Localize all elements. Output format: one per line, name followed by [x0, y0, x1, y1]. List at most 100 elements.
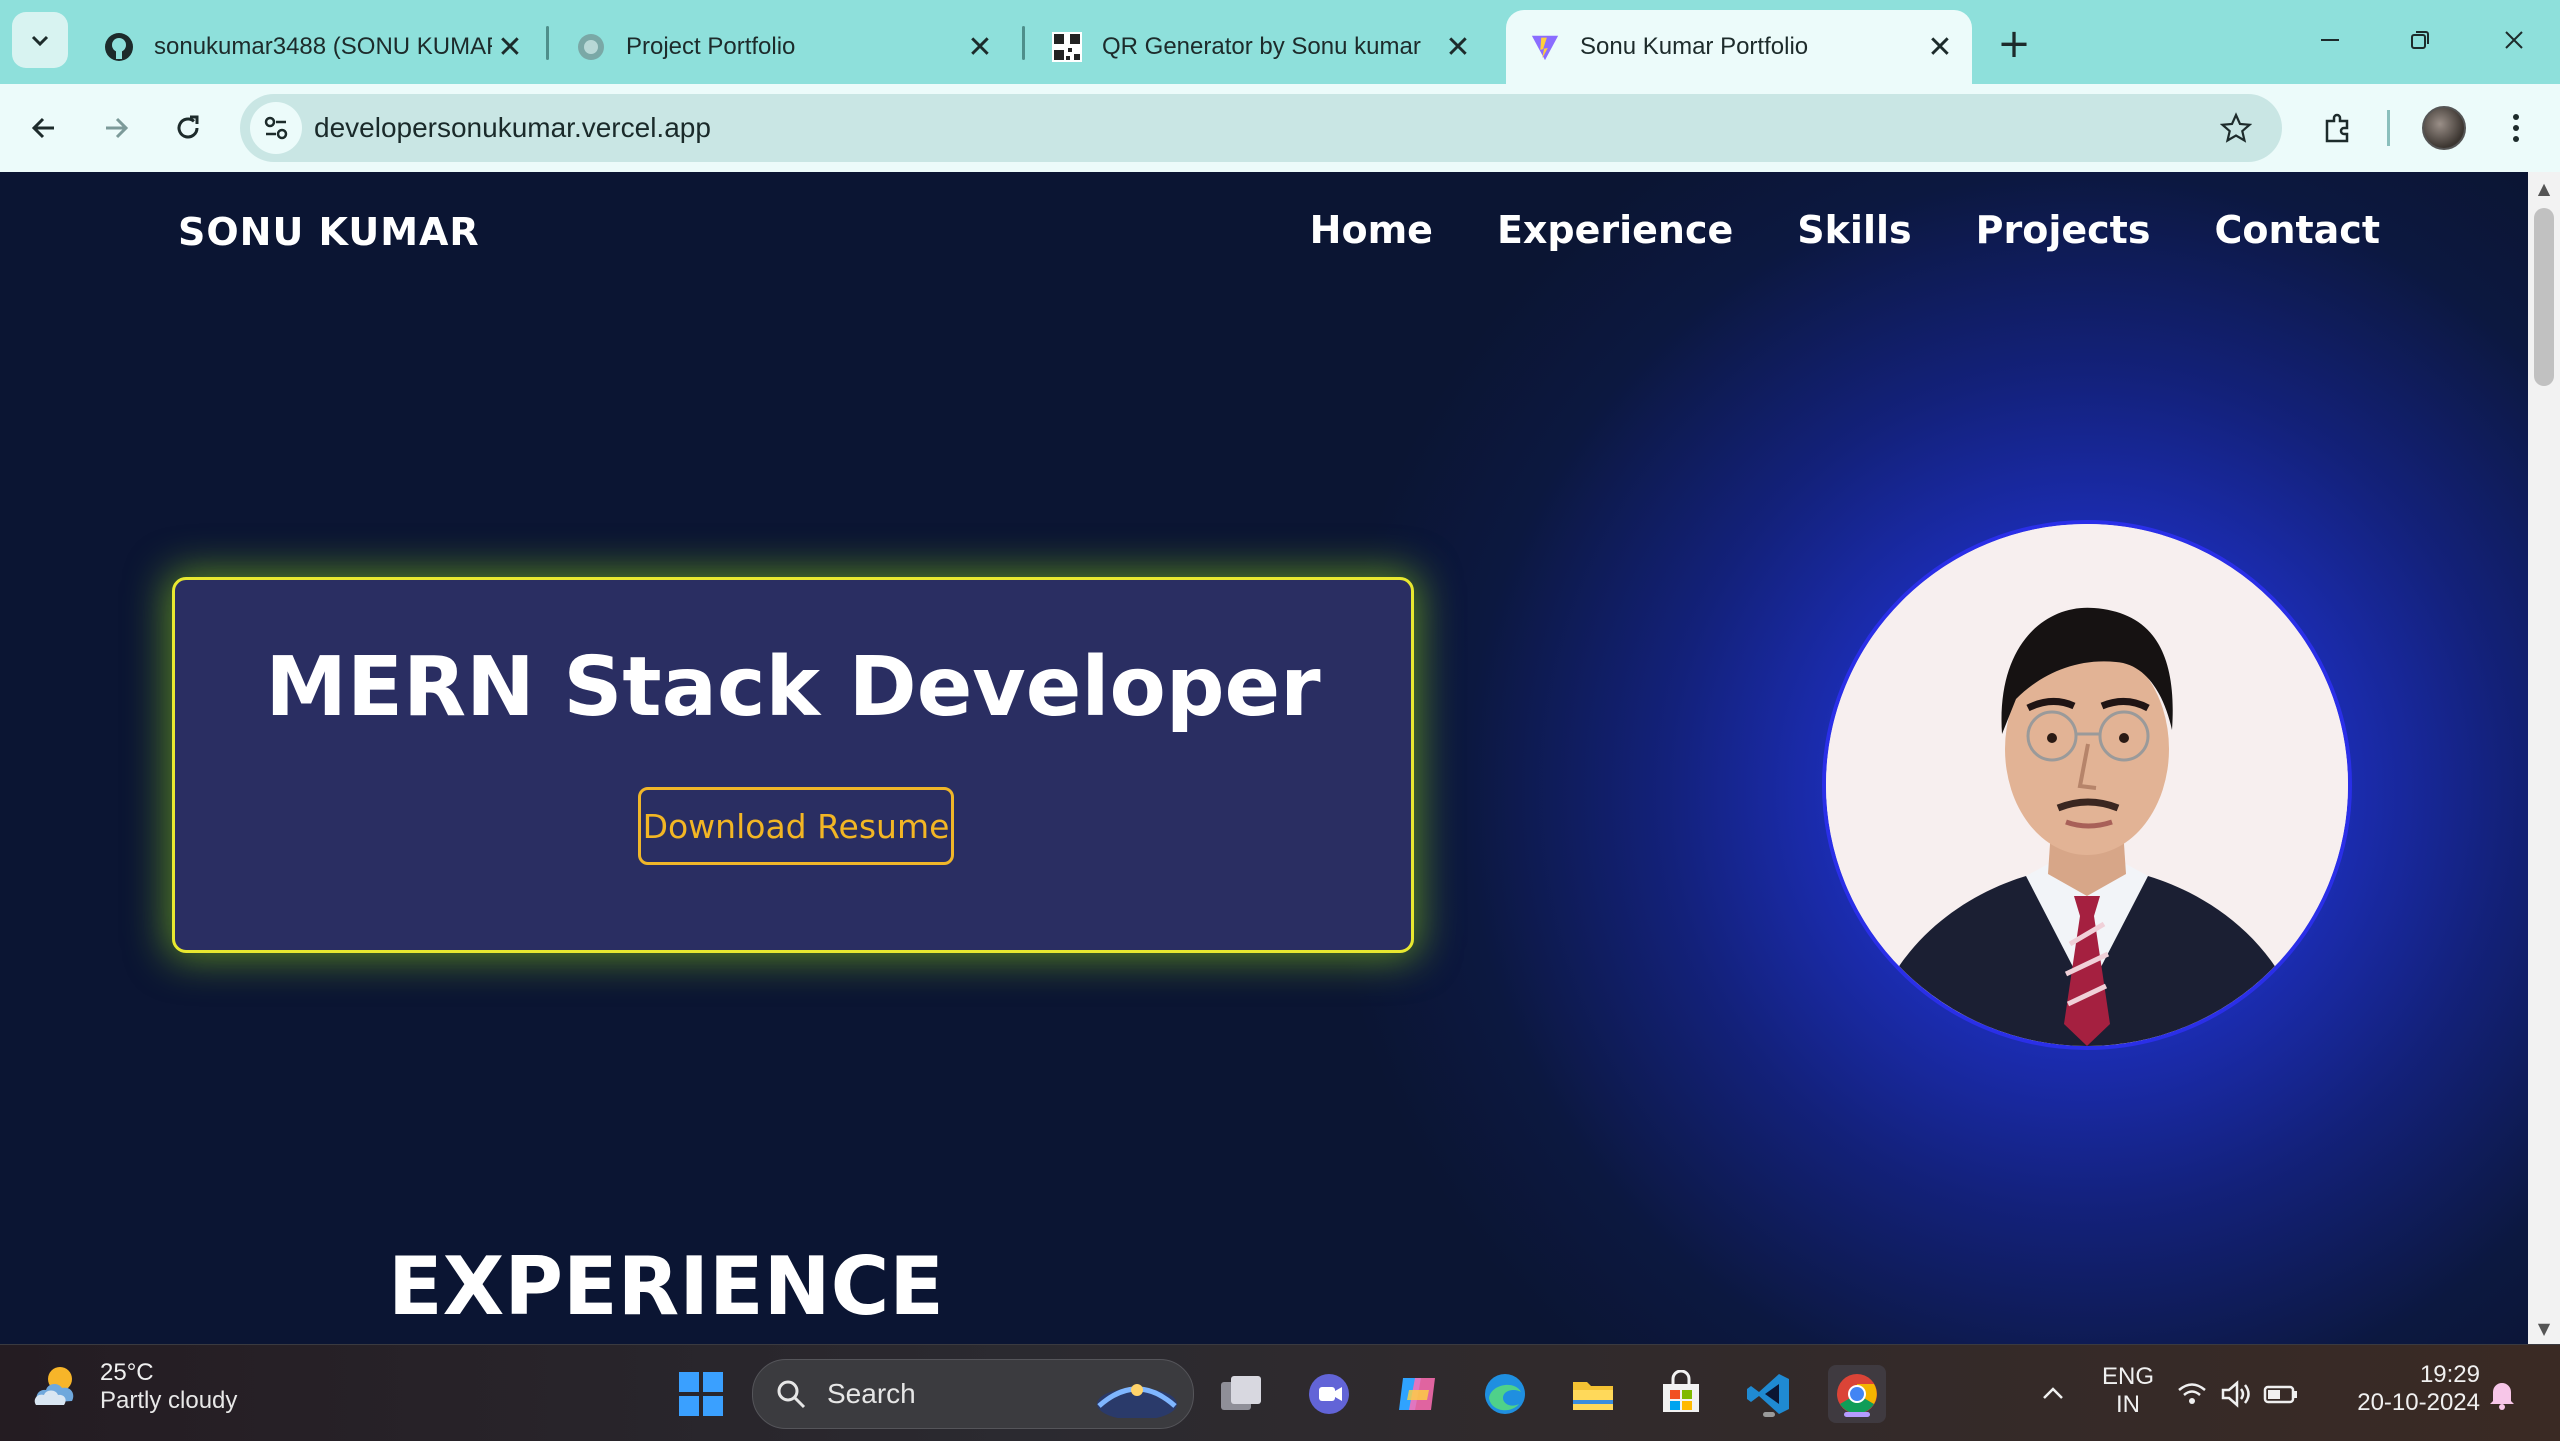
taskbar-search[interactable]: Search: [752, 1359, 1194, 1429]
github-icon: [104, 32, 134, 62]
browser-toolbar: developersonukumar.vercel.app: [0, 84, 2560, 172]
nav-contact[interactable]: Contact: [2214, 208, 2380, 252]
restore-button[interactable]: [2390, 14, 2450, 66]
scrollbar-thumb[interactable]: [2534, 208, 2554, 386]
running-indicator: [1763, 1412, 1775, 1417]
page-viewport: SONU KUMAR Home Experience Skills Projec…: [0, 172, 2528, 1344]
vscode-icon: [1747, 1374, 1789, 1414]
minimize-icon: [2321, 39, 2339, 41]
url-text[interactable]: developersonukumar.vercel.app: [314, 94, 711, 162]
hero-title: MERN Stack Developer: [265, 640, 1321, 735]
close-window-button[interactable]: [2484, 14, 2544, 66]
quick-settings-button[interactable]: [2172, 1365, 2302, 1423]
language-indicator[interactable]: ENG IN: [2092, 1363, 2164, 1419]
taskbar: 25°C Partly cloudy Search ENG IN 19:29 2…: [0, 1344, 2560, 1441]
store-button[interactable]: [1652, 1365, 1710, 1423]
close-icon[interactable]: ✕: [962, 29, 998, 65]
profile-button[interactable]: [2416, 100, 2472, 156]
extensions-button[interactable]: [2310, 100, 2366, 156]
tab-search-button[interactable]: [12, 12, 68, 68]
address-bar[interactable]: developersonukumar.vercel.app: [240, 94, 2282, 162]
tab-sonu-kumar-portfolio[interactable]: Sonu Kumar Portfolio ✕: [1506, 10, 1972, 84]
minimize-button[interactable]: [2300, 14, 2360, 66]
scroll-up-arrow-icon[interactable]: ▲: [2528, 172, 2560, 204]
scroll-down-arrow-icon[interactable]: ▼: [2528, 1312, 2560, 1344]
chrome-button[interactable]: [1828, 1365, 1886, 1423]
folder-icon: [1573, 1382, 1613, 1410]
download-resume-button[interactable]: Download Resume: [638, 787, 954, 865]
reload-icon: [177, 115, 199, 139]
forward-button[interactable]: [88, 100, 144, 156]
globe-icon: [576, 32, 606, 62]
site-nav: Home Experience Skills Projects Contact: [1310, 208, 2380, 252]
store-icon: [1663, 1370, 1699, 1412]
nav-skills[interactable]: Skills: [1797, 208, 1911, 252]
back-button[interactable]: [16, 100, 72, 156]
tab-qr-generator[interactable]: QR Generator by Sonu kumar ✕: [1028, 10, 1490, 84]
weather-temperature: 25°C: [100, 1359, 154, 1386]
clock-date: 20-10-2024: [2357, 1389, 2480, 1416]
bell-icon: [2490, 1383, 2514, 1410]
experience-heading: EXPERIENCE: [388, 1240, 944, 1333]
tab-title: QR Generator by Sonu kumar: [1102, 33, 1421, 60]
qr-icon: [1052, 32, 1082, 62]
tab-title: sonukumar3488 (SONU KUMAR): [154, 33, 492, 60]
search-icon: [777, 1380, 806, 1409]
nav-home[interactable]: Home: [1310, 208, 1433, 252]
search-placeholder: Search: [827, 1378, 916, 1409]
chrome-icon: [1837, 1374, 1877, 1414]
wifi-icon: [2178, 1383, 2206, 1404]
tab-project-portfolio[interactable]: Project Portfolio ✕: [552, 10, 1012, 84]
notifications-button[interactable]: [2478, 1365, 2526, 1423]
nav-projects[interactable]: Projects: [1976, 208, 2151, 252]
edge-button[interactable]: [1476, 1365, 1534, 1423]
menu-button[interactable]: [2488, 100, 2544, 156]
tab-strip: sonukumar3488 (SONU KUMAR) ✕ Project Por…: [0, 0, 2560, 84]
hero-card: MERN Stack Developer Download Resume: [172, 577, 1414, 953]
close-icon[interactable]: ✕: [492, 29, 528, 65]
tab-separator: [1022, 26, 1025, 60]
copilot-icon: [1399, 1378, 1435, 1410]
task-view-button[interactable]: [1212, 1365, 1270, 1423]
vite-icon: [1530, 32, 1560, 62]
start-button[interactable]: [672, 1365, 730, 1423]
site-brand[interactable]: SONU KUMAR: [178, 210, 480, 254]
battery-icon: [2263, 1385, 2297, 1404]
arrow-right-icon: [106, 117, 129, 139]
vscode-button[interactable]: [1740, 1365, 1798, 1423]
page-scrollbar[interactable]: ▲ ▼: [2528, 172, 2560, 1344]
new-tab-button[interactable]: +: [1990, 20, 2038, 68]
show-hidden-icons-button[interactable]: [2024, 1365, 2082, 1423]
arrow-left-icon: [31, 117, 54, 139]
copilot-button[interactable]: [1388, 1365, 1446, 1423]
avatar: [2422, 106, 2466, 150]
tab-title: Project Portfolio: [626, 33, 796, 60]
close-icon[interactable]: ✕: [1440, 29, 1476, 65]
site-info-button[interactable]: [250, 102, 302, 154]
edge-browser-icon: [1485, 1374, 1525, 1414]
more-vertical-icon: [2513, 114, 2519, 142]
close-icon: [2505, 31, 2523, 49]
chevron-up-icon: [2043, 1387, 2063, 1399]
toolbar-divider: [2387, 110, 2390, 146]
bookmark-button[interactable]: [2212, 104, 2260, 152]
teams-chat-button[interactable]: [1300, 1365, 1358, 1423]
weather-widget[interactable]: 25°C Partly cloudy: [30, 1359, 237, 1415]
file-explorer-button[interactable]: [1564, 1365, 1622, 1423]
nav-experience[interactable]: Experience: [1497, 208, 1733, 252]
clock-time: 19:29: [2419, 1361, 2480, 1388]
star-icon: [2220, 112, 2252, 143]
search-highlight-icon: [1097, 1384, 1177, 1418]
active-app-indicator: [1844, 1412, 1870, 1417]
tab-github[interactable]: sonukumar3488 (SONU KUMAR) ✕: [80, 10, 542, 84]
video-chat-icon: [1309, 1374, 1349, 1414]
close-icon[interactable]: ✕: [1922, 29, 1958, 65]
puzzle-icon: [2325, 113, 2349, 143]
profile-photo: [1822, 520, 2352, 1050]
reload-button[interactable]: [160, 100, 216, 156]
chevron-down-icon: [31, 35, 49, 47]
region-code: IN: [2116, 1391, 2140, 1418]
task-view-icon: [1221, 1376, 1261, 1410]
clock[interactable]: 19:29 20-10-2024: [2340, 1361, 2480, 1417]
volume-icon: [2221, 1380, 2250, 1408]
